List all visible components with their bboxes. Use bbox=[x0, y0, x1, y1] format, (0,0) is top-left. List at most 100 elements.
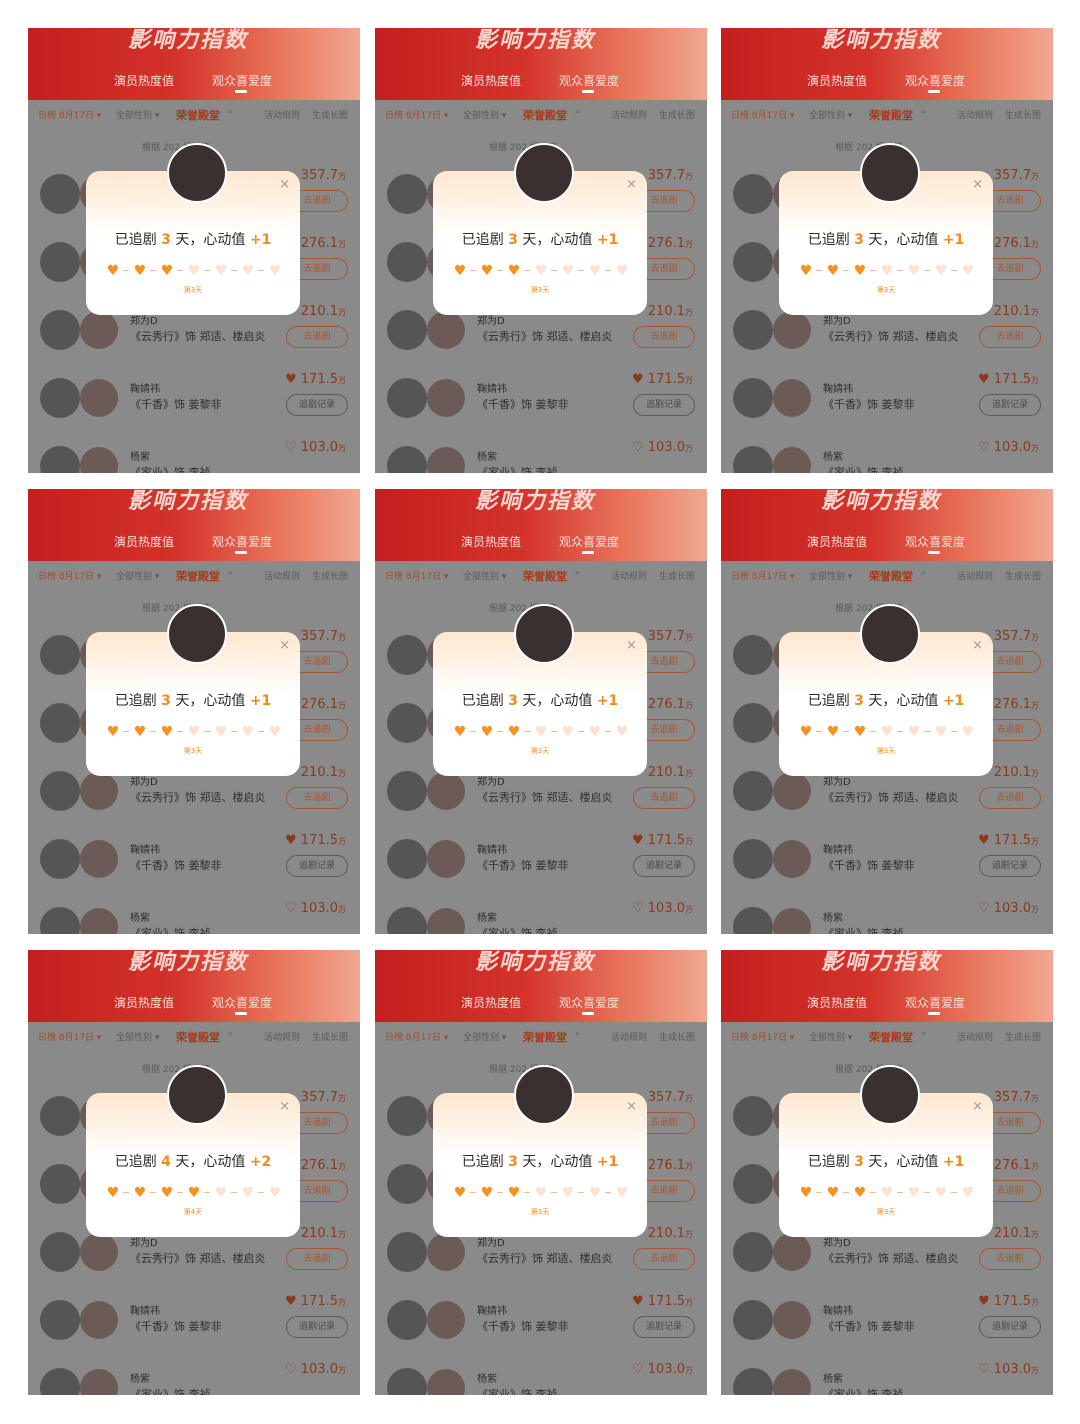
rules-link[interactable]: 活动规则 bbox=[264, 1030, 300, 1043]
date-filter[interactable]: 日榜 8月17日 ▾ bbox=[731, 569, 794, 582]
close-icon[interactable]: × bbox=[972, 1099, 983, 1114]
tab-audience-love[interactable]: 观众喜爱度 bbox=[905, 72, 965, 89]
follow-drama-button[interactable]: 追剧记录 bbox=[979, 855, 1041, 877]
search-icon[interactable]: ⌕ bbox=[921, 107, 926, 117]
follow-drama-button[interactable]: 追剧记录 bbox=[633, 855, 695, 877]
tab-audience-love[interactable]: 观众喜爱度 bbox=[559, 533, 619, 550]
tab-actor-heat[interactable]: 演员热度值 bbox=[807, 533, 867, 550]
gender-filter[interactable]: 全部性别 ▾ bbox=[809, 108, 852, 121]
tab-audience-love[interactable]: 观众喜爱度 bbox=[905, 994, 965, 1011]
close-icon[interactable]: × bbox=[626, 638, 637, 653]
tab-audience-love[interactable]: 观众喜爱度 bbox=[559, 72, 619, 89]
follow-drama-button[interactable]: 追剧记录 bbox=[979, 1316, 1041, 1338]
gender-filter[interactable]: 全部性别 ▾ bbox=[463, 569, 506, 582]
tab-actor-heat[interactable]: 演员热度值 bbox=[114, 994, 174, 1011]
tab-actor-heat[interactable]: 演员热度值 bbox=[807, 72, 867, 89]
hall-of-fame-link[interactable]: 荣誉殿堂 bbox=[523, 568, 567, 584]
generate-image-link[interactable]: 生成长图 bbox=[312, 1030, 348, 1043]
tab-actor-heat[interactable]: 演员热度值 bbox=[807, 994, 867, 1011]
generate-image-link[interactable]: 生成长图 bbox=[312, 569, 348, 582]
follow-drama-button[interactable]: 追剧记录 bbox=[633, 394, 695, 416]
generate-image-link[interactable]: 生成长图 bbox=[659, 1030, 695, 1043]
close-icon[interactable]: × bbox=[972, 177, 983, 192]
date-filter[interactable]: 日榜 8月17日 ▾ bbox=[38, 569, 101, 582]
search-icon[interactable]: ⌕ bbox=[575, 568, 580, 578]
follow-drama-button[interactable]: 去追剧 bbox=[633, 1248, 695, 1270]
tab-actor-heat[interactable]: 演员热度值 bbox=[461, 533, 521, 550]
rules-link[interactable]: 活动规则 bbox=[264, 569, 300, 582]
search-icon[interactable]: ⌕ bbox=[228, 1029, 233, 1039]
hall-of-fame-link[interactable]: 荣誉殿堂 bbox=[523, 1029, 567, 1045]
date-filter[interactable]: 日榜 8月17日 ▾ bbox=[385, 108, 448, 121]
follow-drama-button[interactable]: 追剧记录 bbox=[286, 1316, 348, 1338]
generate-image-link[interactable]: 生成长图 bbox=[659, 569, 695, 582]
hall-of-fame-link[interactable]: 荣誉殿堂 bbox=[176, 107, 220, 123]
follow-drama-button[interactable]: 去追剧 bbox=[979, 326, 1041, 348]
close-icon[interactable]: × bbox=[279, 177, 290, 192]
hall-of-fame-link[interactable]: 荣誉殿堂 bbox=[869, 1029, 913, 1045]
follow-drama-button[interactable]: 去追剧 bbox=[979, 787, 1041, 809]
generate-image-link[interactable]: 生成长图 bbox=[1005, 569, 1041, 582]
gender-filter[interactable]: 全部性别 ▾ bbox=[116, 108, 159, 121]
close-icon[interactable]: × bbox=[279, 1099, 290, 1114]
search-icon[interactable]: ⌕ bbox=[921, 1029, 926, 1039]
rules-link[interactable]: 活动规则 bbox=[611, 1030, 647, 1043]
follow-drama-button[interactable]: 追剧记录 bbox=[286, 394, 348, 416]
generate-image-link[interactable]: 生成长图 bbox=[1005, 1030, 1041, 1043]
rules-link[interactable]: 活动规则 bbox=[611, 108, 647, 121]
love-score: ♡ 103.0万 bbox=[978, 901, 1039, 916]
follow-drama-button[interactable]: 去追剧 bbox=[633, 326, 695, 348]
tab-actor-heat[interactable]: 演员热度值 bbox=[461, 72, 521, 89]
follow-drama-button[interactable]: 去追剧 bbox=[979, 1248, 1041, 1270]
rules-link[interactable]: 活动规则 bbox=[957, 108, 993, 121]
follow-drama-button[interactable]: 追剧记录 bbox=[633, 1316, 695, 1338]
hall-of-fame-link[interactable]: 荣誉殿堂 bbox=[176, 568, 220, 584]
date-filter[interactable]: 日榜 8月17日 ▾ bbox=[731, 1030, 794, 1043]
rules-link[interactable]: 活动规则 bbox=[957, 569, 993, 582]
gender-filter[interactable]: 全部性别 ▾ bbox=[809, 1030, 852, 1043]
search-icon[interactable]: ⌕ bbox=[575, 107, 580, 117]
rules-link[interactable]: 活动规则 bbox=[264, 108, 300, 121]
generate-image-link[interactable]: 生成长图 bbox=[312, 108, 348, 121]
tab-audience-love[interactable]: 观众喜爱度 bbox=[559, 994, 619, 1011]
close-icon[interactable]: × bbox=[972, 638, 983, 653]
hall-of-fame-link[interactable]: 荣誉殿堂 bbox=[869, 107, 913, 123]
tab-actor-heat[interactable]: 演员热度值 bbox=[461, 994, 521, 1011]
tab-audience-love[interactable]: 观众喜爱度 bbox=[212, 994, 272, 1011]
follow-drama-button[interactable]: 去追剧 bbox=[286, 326, 348, 348]
hall-of-fame-link[interactable]: 荣誉殿堂 bbox=[869, 568, 913, 584]
gender-filter[interactable]: 全部性别 ▾ bbox=[463, 108, 506, 121]
close-icon[interactable]: × bbox=[626, 1099, 637, 1114]
follow-drama-button[interactable]: 去追剧 bbox=[286, 787, 348, 809]
rules-link[interactable]: 活动规则 bbox=[611, 569, 647, 582]
date-filter[interactable]: 日榜 8月17日 ▾ bbox=[385, 1030, 448, 1043]
generate-image-link[interactable]: 生成长图 bbox=[659, 108, 695, 121]
date-filter[interactable]: 日榜 8月17日 ▾ bbox=[731, 108, 794, 121]
follow-drama-button[interactable]: 去追剧 bbox=[633, 787, 695, 809]
date-filter[interactable]: 日榜 8月17日 ▾ bbox=[385, 569, 448, 582]
hall-of-fame-link[interactable]: 荣誉殿堂 bbox=[523, 107, 567, 123]
hall-of-fame-link[interactable]: 荣誉殿堂 bbox=[176, 1029, 220, 1045]
generate-image-link[interactable]: 生成长图 bbox=[1005, 108, 1041, 121]
tab-audience-love[interactable]: 观众喜爱度 bbox=[212, 72, 272, 89]
search-icon[interactable]: ⌕ bbox=[228, 568, 233, 578]
date-filter[interactable]: 日榜 8月17日 ▾ bbox=[38, 1030, 101, 1043]
close-icon[interactable]: × bbox=[626, 177, 637, 192]
tab-actor-heat[interactable]: 演员热度值 bbox=[114, 533, 174, 550]
date-filter[interactable]: 日榜 8月17日 ▾ bbox=[38, 108, 101, 121]
tab-audience-love[interactable]: 观众喜爱度 bbox=[905, 533, 965, 550]
search-icon[interactable]: ⌕ bbox=[228, 107, 233, 117]
gender-filter[interactable]: 全部性别 ▾ bbox=[116, 569, 159, 582]
close-icon[interactable]: × bbox=[279, 638, 290, 653]
search-icon[interactable]: ⌕ bbox=[575, 1029, 580, 1039]
gender-filter[interactable]: 全部性别 ▾ bbox=[463, 1030, 506, 1043]
follow-drama-button[interactable]: 追剧记录 bbox=[286, 855, 348, 877]
search-icon[interactable]: ⌕ bbox=[921, 568, 926, 578]
gender-filter[interactable]: 全部性别 ▾ bbox=[809, 569, 852, 582]
rules-link[interactable]: 活动规则 bbox=[957, 1030, 993, 1043]
follow-drama-button[interactable]: 追剧记录 bbox=[979, 394, 1041, 416]
tab-audience-love[interactable]: 观众喜爱度 bbox=[212, 533, 272, 550]
tab-actor-heat[interactable]: 演员热度值 bbox=[114, 72, 174, 89]
gender-filter[interactable]: 全部性别 ▾ bbox=[116, 1030, 159, 1043]
follow-drama-button[interactable]: 去追剧 bbox=[286, 1248, 348, 1270]
